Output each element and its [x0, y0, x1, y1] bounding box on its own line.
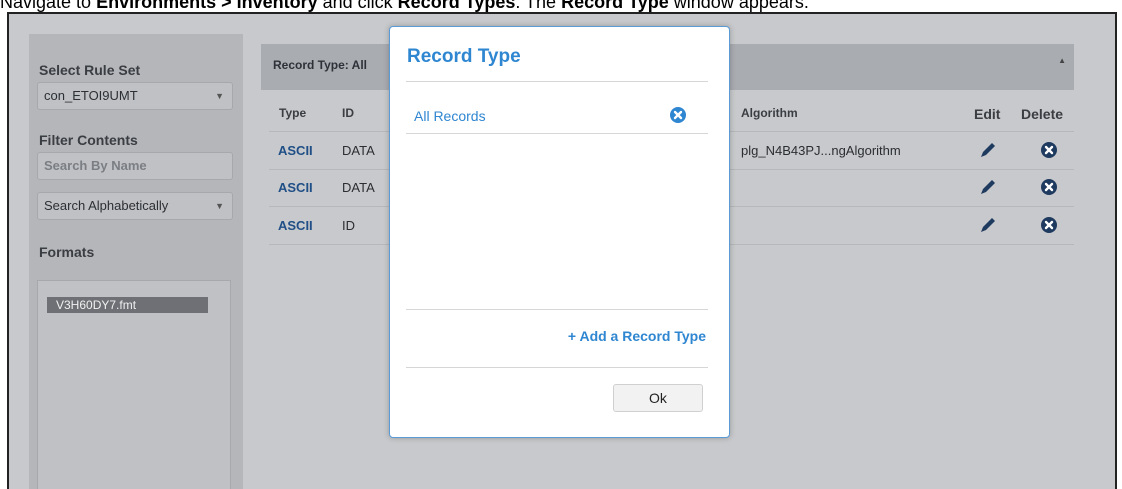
instruction-part: window appears.: [668, 0, 809, 12]
rule-set-value: con_ETOI9UMT: [44, 88, 138, 103]
delete-icon[interactable]: [1040, 141, 1058, 159]
table-title: Record Type: All: [273, 58, 368, 72]
divider: [406, 309, 708, 310]
edit-pencil-icon[interactable]: [979, 178, 997, 196]
edit-pencil-icon[interactable]: [979, 141, 997, 159]
ok-button[interactable]: Ok: [613, 384, 703, 412]
delete-icon[interactable]: [1040, 216, 1058, 234]
instruction-text: Navigate to Environments > Inventory and…: [0, 0, 1122, 12]
modal-title: Record Type: [407, 46, 521, 67]
edit-pencil-icon[interactable]: [979, 216, 997, 234]
collapse-icon[interactable]: ▲: [1058, 56, 1066, 65]
remove-record-icon[interactable]: [669, 106, 687, 124]
row-type-link[interactable]: ASCII: [278, 143, 313, 158]
instruction-bold: Environments > Inventory: [96, 0, 318, 12]
dropdown-caret-icon: ▼: [215, 91, 224, 101]
instruction-part: . The: [515, 0, 562, 12]
row-id: DATA: [342, 143, 375, 158]
row-type-link[interactable]: ASCII: [278, 218, 313, 233]
instruction-bold: Record Types: [397, 0, 516, 12]
divider: [406, 81, 708, 82]
record-label: All Records: [414, 108, 486, 124]
screenshot-frame: Select Rule Set con_ETOI9UMT ▼ Filter Co…: [7, 12, 1117, 489]
instruction-part: Navigate to: [0, 0, 97, 12]
sidebar: Select Rule Set con_ETOI9UMT ▼ Filter Co…: [29, 34, 243, 489]
filter-contents-label: Filter Contents: [39, 132, 138, 148]
record-type-modal: Record Type All Records + Add a Record T…: [389, 26, 730, 438]
divider: [406, 367, 708, 368]
delete-icon[interactable]: [1040, 178, 1058, 196]
column-header-algorithm: Algorithm: [741, 106, 798, 120]
formats-label: Formats: [39, 244, 95, 260]
search-input[interactable]: Search By Name: [37, 152, 233, 180]
format-item[interactable]: V3H60DY7.fmt: [47, 297, 208, 313]
sort-select[interactable]: Search Alphabetically ▼: [37, 192, 233, 220]
sort-value: Search Alphabetically: [44, 198, 169, 213]
column-header-type: Type: [279, 106, 307, 120]
row-algorithm: plg_N4B43PJ...ngAlgorithm: [741, 143, 901, 158]
select-rule-set-label: Select Rule Set: [39, 62, 141, 78]
instruction-bold: Record Type: [561, 0, 669, 12]
instruction-part: and click: [317, 0, 398, 12]
dropdown-caret-icon: ▼: [215, 201, 224, 211]
formats-list: V3H60DY7.fmt: [37, 280, 231, 489]
row-id: ID: [342, 218, 355, 233]
column-header-edit: Edit: [974, 106, 1001, 122]
add-record-type-link[interactable]: + Add a Record Type: [568, 328, 706, 344]
row-id: DATA: [342, 180, 375, 195]
column-header-id: ID: [342, 106, 354, 120]
record-list-item[interactable]: All Records: [406, 98, 708, 134]
rule-set-select[interactable]: con_ETOI9UMT ▼: [37, 82, 233, 110]
search-placeholder: Search By Name: [44, 158, 147, 173]
row-type-link[interactable]: ASCII: [278, 180, 313, 195]
column-header-delete: Delete: [1021, 106, 1064, 122]
